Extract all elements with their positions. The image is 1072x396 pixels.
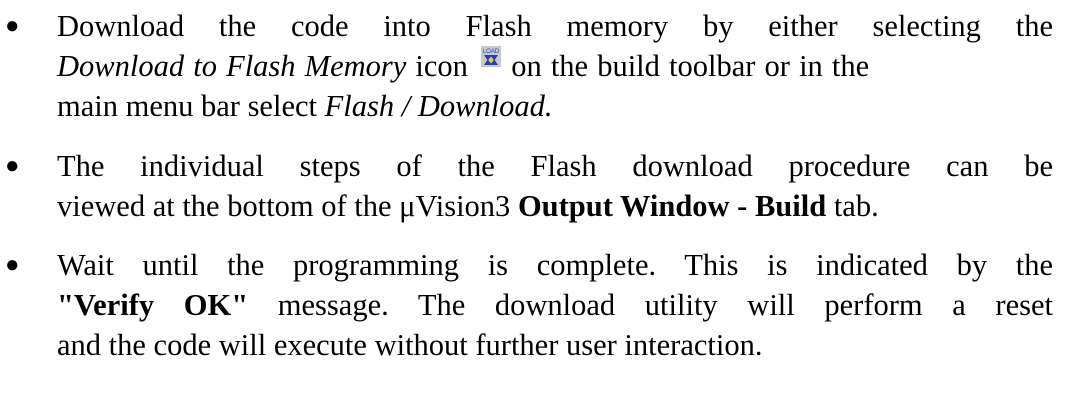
- item-text: main menu bar select: [57, 89, 325, 123]
- bullet-marker: ●: [5, 153, 20, 179]
- item-bold-text: Output Window - Build: [517, 189, 827, 223]
- item-line: Wait until the programming is complete. …: [57, 245, 1053, 285]
- item-text: tab.: [826, 189, 879, 223]
- download-to-flash-icon: LOAD: [481, 46, 502, 67]
- bullet-marker: ●: [5, 13, 20, 39]
- item-line: "Verify OK" message. The download utilit…: [57, 285, 1053, 325]
- item-line: main menu bar select Flash / Download.: [57, 86, 1053, 126]
- bullet-item-steps: ● The individual steps of the Flash down…: [5, 146, 1053, 226]
- item-text: Wait until the programming is complete. …: [57, 248, 1053, 282]
- item-line: Download the code into Flash memory by e…: [57, 6, 1053, 46]
- item-text: icon: [406, 49, 478, 83]
- item-line: viewed at the bottom of the μVision3 Out…: [57, 186, 1053, 226]
- item-text: The individual steps of the Flash downlo…: [57, 149, 1053, 183]
- svg-text:LOAD: LOAD: [483, 49, 500, 55]
- item-text: Download the code into Flash memory by e…: [57, 9, 1053, 43]
- item-line: Download to Flash Memory icon LOAD on th…: [57, 46, 1053, 86]
- bullet-marker: ●: [5, 252, 20, 278]
- bullet-item-download: ● Download the code into Flash memory by…: [5, 6, 1053, 126]
- bullet-item-verify: ● Wait until the programming is complete…: [5, 245, 1053, 365]
- item-text: on the build toolbar or in the: [502, 49, 870, 83]
- item-line: The individual steps of the Flash downlo…: [57, 146, 1053, 186]
- item-line: and the code will execute without furthe…: [57, 325, 1053, 365]
- item-text: message. The download utility will perfo…: [248, 288, 1054, 322]
- item-text: viewed at the bottom of the μVision3: [57, 189, 518, 223]
- item-bold-text: "Verify OK": [57, 288, 249, 322]
- item-text: and the code will execute without furthe…: [57, 328, 763, 362]
- item-italic-text: Download to Flash Memory: [57, 49, 407, 83]
- item-italic-text: Flash / Download.: [324, 89, 553, 123]
